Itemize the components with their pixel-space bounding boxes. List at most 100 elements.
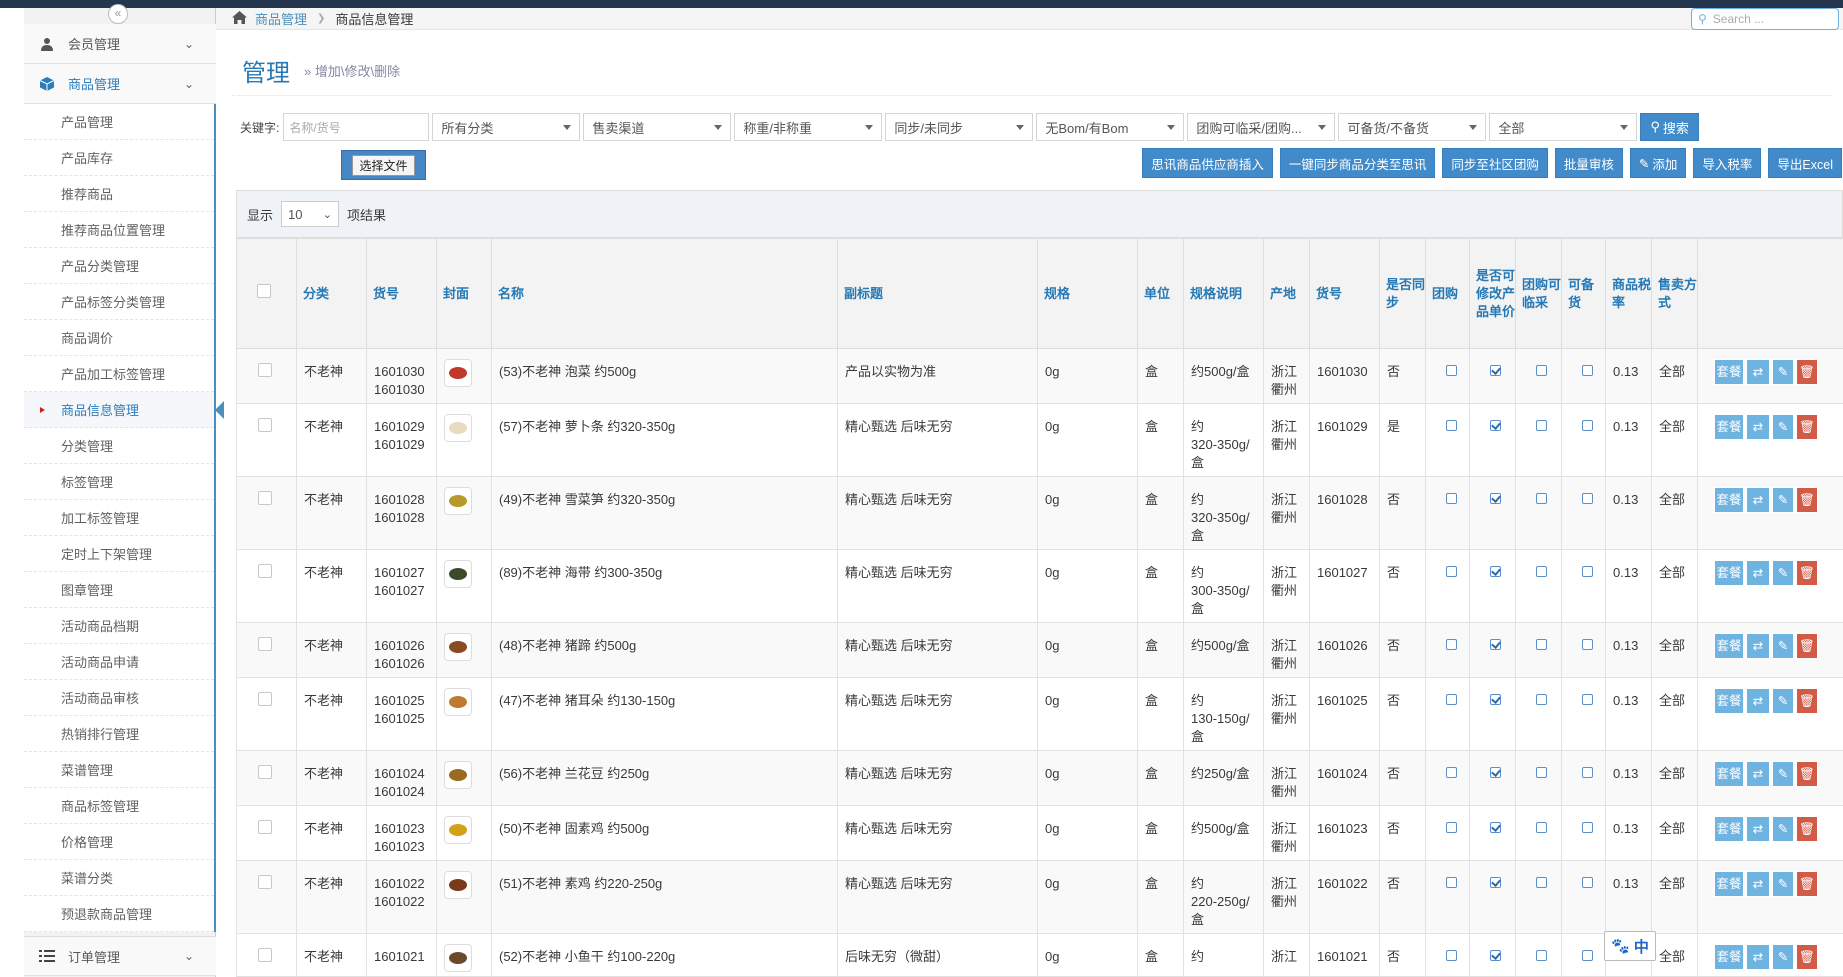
stockable-checkbox[interactable] — [1582, 493, 1593, 504]
group-temp-checkbox[interactable] — [1536, 365, 1547, 376]
row-checkbox[interactable] — [258, 491, 272, 505]
row-checkbox[interactable] — [258, 418, 272, 432]
export-excel-button[interactable]: 导出Excel — [1768, 148, 1842, 178]
sidebar-subitem[interactable]: 活动商品审核 — [24, 680, 214, 716]
column-header[interactable]: 是否可修改产品单价 — [1469, 238, 1516, 349]
column-header[interactable]: 封面 — [436, 238, 492, 349]
group-checkbox[interactable] — [1446, 767, 1457, 778]
sidebar-subitem[interactable]: 分类管理 — [24, 428, 214, 464]
group-temp-checkbox[interactable] — [1536, 493, 1547, 504]
stock-select[interactable]: 可备货/不备货 — [1338, 113, 1487, 141]
stockable-checkbox[interactable] — [1582, 694, 1593, 705]
sidebar-subitem[interactable]: 推荐商品位置管理 — [24, 212, 214, 248]
stockable-checkbox[interactable] — [1582, 767, 1593, 778]
delete-icon[interactable]: 🗑 — [1796, 816, 1818, 842]
product-thumbnail[interactable] — [444, 414, 472, 442]
sidebar-subitem[interactable]: 活动商品档期 — [24, 608, 214, 644]
product-thumbnail[interactable] — [444, 816, 472, 844]
delete-icon[interactable]: 🗑 — [1796, 487, 1818, 513]
column-header[interactable]: 规格说明 — [1183, 238, 1264, 349]
search-button[interactable]: ⚲ 搜索 — [1640, 113, 1699, 141]
delete-icon[interactable]: 🗑 — [1796, 633, 1818, 659]
group-checkbox[interactable] — [1446, 639, 1457, 650]
add-button[interactable]: ✎ 添加 — [1629, 148, 1687, 178]
group-temp-checkbox[interactable] — [1536, 566, 1547, 577]
group-temp-checkbox[interactable] — [1536, 822, 1547, 833]
row-checkbox[interactable] — [258, 765, 272, 779]
delete-icon[interactable]: 🗑 — [1796, 560, 1818, 586]
package-button[interactable]: 套餐 — [1714, 688, 1744, 714]
package-button[interactable]: 套餐 — [1714, 871, 1744, 897]
editable-price-checkbox[interactable] — [1490, 950, 1501, 961]
sidebar-subitem[interactable]: 推荐商品 — [24, 176, 214, 212]
column-header[interactable]: 团购 — [1425, 238, 1470, 349]
stockable-checkbox[interactable] — [1582, 420, 1593, 431]
column-header[interactable]: 是否同步 — [1379, 238, 1426, 349]
editable-price-checkbox[interactable] — [1490, 822, 1501, 833]
sidebar-subitem[interactable]: 产品库存 — [24, 140, 214, 176]
edit-icon[interactable]: ✎ — [1772, 414, 1794, 440]
nav-search-input[interactable]: ⚲ Search ... — [1691, 8, 1839, 30]
swap-icon[interactable]: ⇄ — [1746, 944, 1770, 970]
product-thumbnail[interactable] — [444, 359, 472, 387]
package-button[interactable]: 套餐 — [1714, 359, 1744, 385]
column-header[interactable]: 可备货 — [1561, 238, 1606, 349]
swap-icon[interactable]: ⇄ — [1746, 816, 1770, 842]
sidebar-subitem[interactable]: 菜谱分类 — [24, 860, 214, 896]
sidebar-subitem[interactable]: 图章管理 — [24, 572, 214, 608]
row-checkbox[interactable] — [258, 875, 272, 889]
edit-icon[interactable]: ✎ — [1772, 688, 1794, 714]
edit-icon[interactable]: ✎ — [1772, 816, 1794, 842]
editable-price-checkbox[interactable] — [1490, 493, 1501, 504]
column-header[interactable]: 分类 — [296, 238, 367, 349]
file-upload[interactable]: 选择文件 — [341, 150, 426, 180]
column-header[interactable]: 产地 — [1263, 238, 1310, 349]
swap-icon[interactable]: ⇄ — [1746, 487, 1770, 513]
sync-category-button[interactable]: 一键同步商品分类至思讯 — [1279, 148, 1436, 178]
sidebar-subitem[interactable]: 商品信息管理 — [24, 392, 224, 428]
sidebar-subitem[interactable]: 商品标签管理 — [24, 788, 214, 824]
row-checkbox[interactable] — [258, 637, 272, 651]
edit-icon[interactable]: ✎ — [1772, 761, 1794, 787]
sidebar-subitem[interactable]: 活动商品申请 — [24, 644, 214, 680]
select-all-checkbox[interactable] — [257, 284, 271, 298]
package-button[interactable]: 套餐 — [1714, 944, 1744, 970]
sidebar-subitem[interactable]: 热销排行管理 — [24, 716, 214, 752]
row-checkbox[interactable] — [258, 820, 272, 834]
column-header[interactable]: 货号 — [366, 238, 437, 349]
product-thumbnail[interactable] — [444, 761, 472, 789]
column-header[interactable]: 售卖方式 — [1651, 238, 1698, 349]
batch-review-button[interactable]: 批量审核 — [1554, 148, 1623, 178]
edit-icon[interactable]: ✎ — [1772, 560, 1794, 586]
choose-file-button[interactable]: 选择文件 — [352, 154, 415, 176]
product-thumbnail[interactable] — [444, 633, 472, 661]
swap-icon[interactable]: ⇄ — [1746, 560, 1770, 586]
delete-icon[interactable]: 🗑 — [1796, 359, 1818, 385]
edit-icon[interactable]: ✎ — [1772, 944, 1794, 970]
weighing-select[interactable]: 称重/非称重 — [734, 113, 883, 141]
stockable-checkbox[interactable] — [1582, 950, 1593, 961]
stockable-checkbox[interactable] — [1582, 566, 1593, 577]
package-button[interactable]: 套餐 — [1714, 761, 1744, 787]
keyword-input[interactable]: 名称/货号 — [283, 113, 430, 141]
row-checkbox[interactable] — [258, 948, 272, 962]
editable-price-checkbox[interactable] — [1490, 566, 1501, 577]
ime-indicator[interactable]: 🐾 中 — [1604, 931, 1656, 961]
group-checkbox[interactable] — [1446, 694, 1457, 705]
sidebar-subitem[interactable]: 价格管理 — [24, 824, 214, 860]
sidebar-collapse-button[interactable]: « — [108, 4, 128, 24]
row-checkbox[interactable] — [258, 564, 272, 578]
package-button[interactable]: 套餐 — [1714, 816, 1744, 842]
delete-icon[interactable]: 🗑 — [1796, 944, 1818, 970]
delete-icon[interactable]: 🗑 — [1796, 688, 1818, 714]
sidebar-subitem[interactable]: 产品分类管理 — [24, 248, 214, 284]
column-header[interactable]: 商品税率 — [1605, 238, 1652, 349]
page-length-select[interactable]: 10 ⌄ — [281, 201, 340, 227]
sidebar-subitem[interactable]: 加工标签管理 — [24, 500, 214, 536]
sync-select[interactable]: 同步/未同步 — [885, 113, 1034, 141]
stockable-checkbox[interactable] — [1582, 365, 1593, 376]
edit-icon[interactable]: ✎ — [1772, 633, 1794, 659]
sidebar-subitem[interactable]: 产品加工标签管理 — [24, 356, 214, 392]
group-checkbox[interactable] — [1446, 822, 1457, 833]
package-button[interactable]: 套餐 — [1714, 560, 1744, 586]
